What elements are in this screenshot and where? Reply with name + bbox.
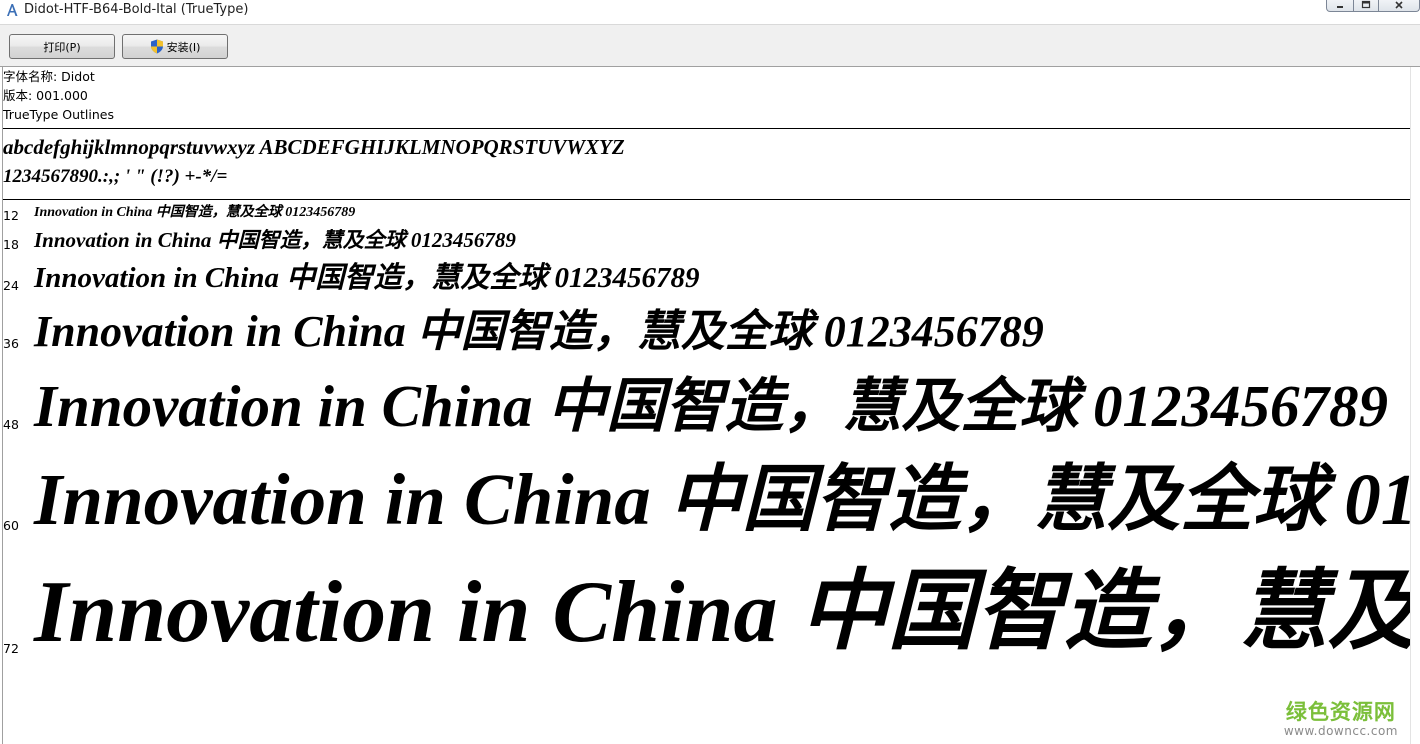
sample-text-48: Innovation in China 中国智造，慧及全球 0123456789 [34,373,1388,439]
install-button-label: 安装(I) [166,40,201,54]
sample-size-label: 24 [3,278,19,293]
sample-text-18: Innovation in China 中国智造，慧及全球 0123456789 [34,228,516,252]
close-button[interactable] [1378,0,1420,12]
watermark-url: www.downcc.com [1283,724,1398,738]
sample-text-72: Innovation in China 中国智造，慧及全球 0123456789 [34,564,1410,661]
sample-size-label: 12 [3,208,19,223]
content-border [2,67,3,744]
font-version-label: 版本: 001.000 [3,88,88,103]
divider [3,199,1410,200]
font-name-label: 字体名称: Didot [3,69,95,84]
window-title: Didot-HTF-B64-Bold-Ital (TrueType) [24,2,249,17]
print-button[interactable]: 打印(P) [9,34,115,59]
toolbar: 打印(P) 安装(I) [0,24,1420,66]
charset-letters: abcdefghijklmnopqrstuvwxyz ABCDEFGHIJKLM… [3,135,625,159]
font-viewer-icon [7,4,18,16]
title-bar: Didot-HTF-B64-Bold-Ital (TrueType) [0,0,1420,24]
uac-shield-icon [150,39,163,54]
font-preview-area[interactable]: 字体名称: Didot 版本: 001.000 TrueType Outline… [2,67,1410,744]
maximize-button[interactable] [1353,0,1379,12]
sample-text-24: Innovation in China 中国智造，慧及全球 0123456789 [34,262,700,294]
sample-size-label: 72 [3,641,19,656]
minimize-icon [1337,5,1343,8]
watermark: 绿色资源网 www.downcc.com [1284,700,1398,738]
maximize-icon [1361,0,1371,8]
sample-size-label: 60 [3,518,19,533]
minimize-button[interactable] [1326,0,1354,12]
scrollbar[interactable] [1410,67,1420,744]
sample-size-label: 48 [3,417,19,432]
sample-text-36: Innovation in China 中国智造，慧及全球 0123456789 [34,307,1044,356]
watermark-title: 绿色资源网 [1285,700,1396,724]
sample-text-12: Innovation in China 中国智造，慧及全球 0123456789 [34,205,356,220]
divider [3,128,1410,129]
sample-size-label: 18 [3,237,19,252]
sample-text-60: Innovation in China 中国智造，慧及全球 0123456789 [34,459,1410,540]
print-button-label: 打印(P) [43,40,81,54]
close-icon [1395,0,1403,9]
charset-digits-punct: 1234567890.:,; ' " (!?) +-*/= [3,166,228,187]
install-button[interactable]: 安装(I) [122,34,228,59]
outline-type-label: TrueType Outlines [3,107,114,122]
sample-size-label: 36 [3,336,19,351]
